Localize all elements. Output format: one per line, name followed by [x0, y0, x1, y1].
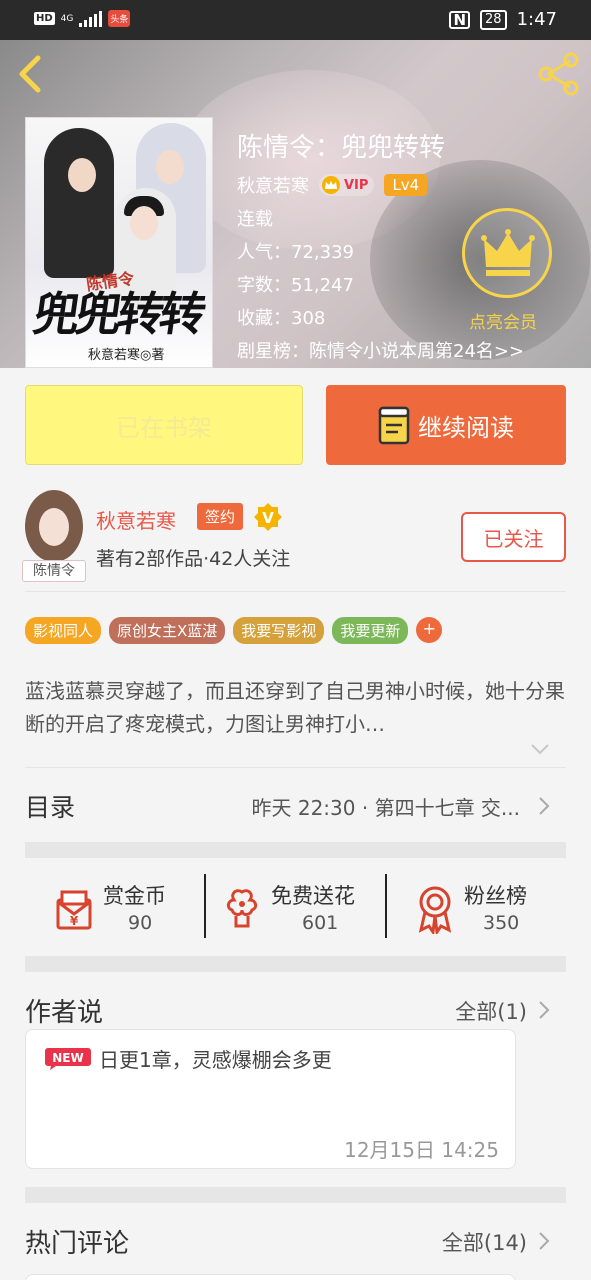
signal-icon	[79, 10, 103, 27]
stat-label: 免费送花	[271, 884, 355, 908]
book-cover[interactable]: 陈情令 兜兜转转 秋意若寒◎著	[25, 117, 213, 368]
author-says-title: 作者说	[25, 998, 104, 1028]
author-note-date: 12月15日 14:25	[344, 1138, 499, 1162]
tag[interactable]: 原创女主X蓝湛	[109, 617, 226, 644]
author-summary: 著有2部作品·42人关注	[96, 548, 291, 570]
flower-icon	[226, 889, 258, 928]
author-note-text: 日更1章，灵感爆棚会多更	[99, 1048, 332, 1072]
status-bar: HD 4G 头条 N 28 1:47	[0, 0, 591, 40]
popularity: 人气：72,339	[237, 242, 354, 263]
medal-icon	[418, 886, 452, 934]
free-flowers[interactable]: 免费送花 601	[206, 876, 386, 942]
cover-title: 兜兜转转	[29, 287, 206, 341]
book-header: 陈情令 兜兜转转 秋意若寒◎著 陈情令：兜兜转转 秋意若寒 VIP Lv4 连载…	[0, 40, 591, 368]
chevron-right-icon	[539, 797, 550, 815]
chevron-down-icon[interactable]	[530, 742, 550, 756]
vip-badge: VIP	[319, 174, 375, 196]
new-badge-icon: NEW	[45, 1048, 91, 1070]
book-title: 陈情令：兜兜转转	[237, 133, 446, 163]
crown-icon	[481, 229, 535, 276]
tag-list: 影视同人 原创女主X蓝湛 我要写影视 我要更新 +	[25, 617, 443, 644]
svg-text:V: V	[262, 509, 274, 527]
network-type: 4G	[60, 13, 74, 24]
stat-label: 粉丝榜	[464, 884, 527, 908]
clock: 1:47	[516, 9, 557, 30]
comment-card[interactable]	[25, 1274, 516, 1280]
red-envelope-icon: ¥	[56, 890, 92, 930]
tag[interactable]: 我要写影视	[233, 617, 325, 644]
ranking-link[interactable]: 剧星榜：陈情令小说本周第24名>>	[237, 337, 524, 363]
book-status: 连载	[237, 209, 273, 230]
hot-comments-title: 热门评论	[25, 1229, 130, 1259]
author-says-more-link[interactable]: 全部(1)	[455, 996, 527, 1026]
level-badge: Lv4	[384, 174, 428, 196]
word-count: 字数：51,247	[237, 275, 354, 296]
crown-icon	[322, 176, 340, 194]
latest-chapter: 昨天 22:30 · 第四十七章 交...	[251, 796, 521, 820]
add-tag-button[interactable]: +	[416, 617, 443, 643]
in-bookshelf-button[interactable]: 已在书架	[25, 385, 303, 465]
author-note-card[interactable]: NEW 日更1章，灵感爆棚会多更 12月15日 14:25	[25, 1029, 516, 1169]
author-name[interactable]: 秋意若寒	[96, 505, 176, 534]
tag[interactable]: 影视同人	[25, 617, 102, 644]
section-divider	[25, 842, 566, 858]
battery-indicator: 28	[480, 9, 507, 30]
share-icon	[538, 52, 579, 96]
back-button[interactable]	[14, 54, 48, 94]
member-label[interactable]: 点亮会员	[469, 308, 537, 333]
section-divider	[25, 1187, 566, 1203]
svg-text:NEW: NEW	[52, 1051, 83, 1065]
avatar[interactable]	[25, 490, 83, 562]
hot-comments-more-link[interactable]: 全部(14)	[442, 1227, 527, 1257]
section-divider	[25, 956, 566, 972]
member-button[interactable]	[462, 208, 552, 298]
nfc-icon: N	[449, 10, 471, 29]
stat-value: 601	[302, 912, 339, 934]
divider	[25, 591, 566, 592]
app-notification-icon: 头条	[108, 10, 131, 27]
chevron-right-icon[interactable]	[538, 1231, 550, 1251]
toc-label: 目录	[25, 793, 76, 822]
synopsis[interactable]: 蓝浅蓝慕灵穿越了，而且还穿到了自己男神小时候，她十分果断的开启了疼宠模式，力图让…	[25, 675, 566, 741]
continue-reading-label: 继续阅读	[418, 413, 514, 442]
favorites-count: 收藏：308	[237, 308, 326, 329]
book-author[interactable]: 秋意若寒	[237, 172, 309, 198]
stat-value: 90	[128, 912, 153, 934]
chevron-left-icon	[19, 55, 41, 93]
signed-badge: 签约	[197, 503, 244, 530]
cover-author: 秋意若寒◎著	[88, 348, 165, 363]
hd-indicator: HD	[34, 12, 55, 25]
table-of-contents-row[interactable]: 目录 昨天 22:30 · 第四十七章 交...	[25, 768, 566, 844]
share-button[interactable]	[536, 52, 582, 96]
svg-text:¥: ¥	[70, 914, 79, 928]
tag[interactable]: 我要更新	[332, 617, 409, 644]
verified-icon: V	[254, 503, 282, 531]
reward-coins[interactable]: ¥ 赏金币 90	[25, 876, 205, 942]
chevron-right-icon[interactable]	[538, 1000, 550, 1020]
book-icon	[378, 406, 410, 445]
stats-row: ¥ 赏金币 90 免费送花 601 粉丝榜 350	[25, 860, 566, 956]
stat-label: 赏金币	[103, 884, 166, 908]
follow-button[interactable]: 已关注	[461, 512, 566, 562]
avatar-tag: 陈情令	[22, 560, 86, 582]
continue-reading-button[interactable]: 继续阅读	[326, 385, 566, 465]
fan-ranking[interactable]: 粉丝榜 350	[387, 876, 566, 942]
stat-value: 350	[483, 912, 520, 934]
